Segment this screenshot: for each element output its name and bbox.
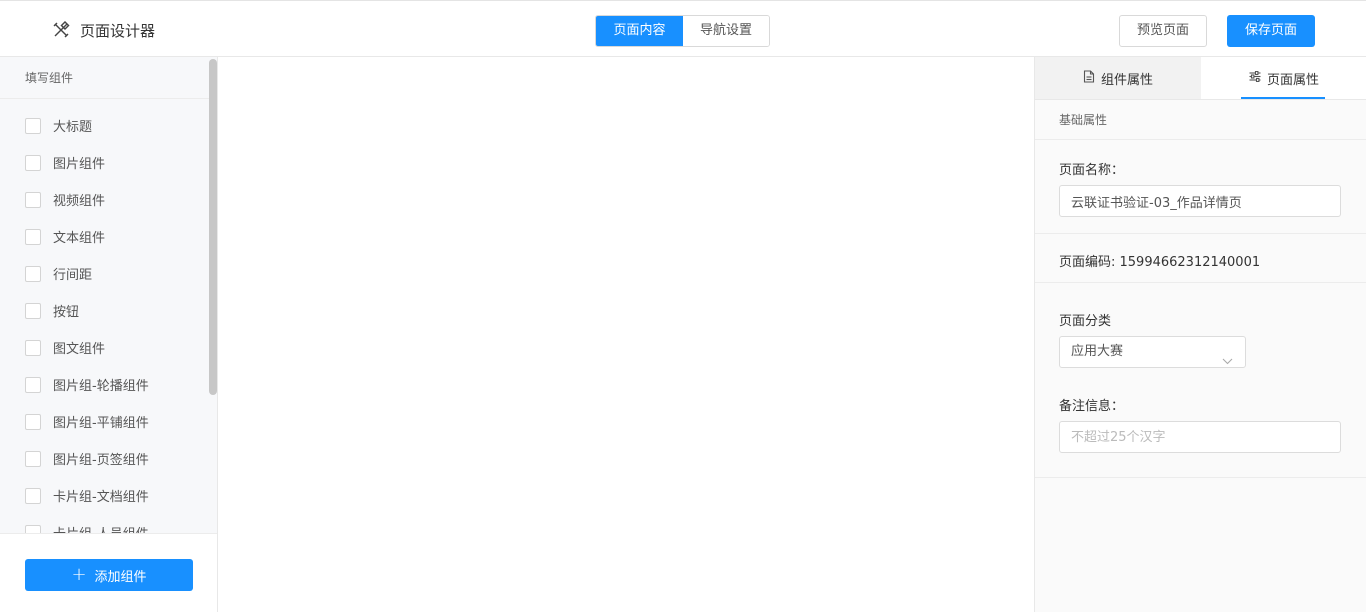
- tab-page-content[interactable]: 页面内容: [596, 16, 683, 46]
- component-item-image-text[interactable]: 图文组件: [0, 329, 209, 366]
- component-checkbox[interactable]: [25, 302, 41, 319]
- component-label: 大标题: [53, 120, 93, 135]
- component-item-text[interactable]: 文本组件: [0, 218, 209, 255]
- component-label: 视频组件: [53, 194, 106, 209]
- component-item-image[interactable]: 图片组件: [0, 144, 209, 181]
- tab-page-properties[interactable]: 页面属性: [1201, 57, 1366, 99]
- scrollbar-thumb[interactable]: [209, 59, 217, 395]
- tab-label: 页面属性: [1266, 72, 1319, 88]
- component-item-tiled[interactable]: 图片组-平铺组件: [0, 403, 209, 440]
- property-panel: 组件属性 页面属性 基础属性 页面名称： 页面编码: 1599466231214…: [1034, 57, 1366, 612]
- component-checkbox[interactable]: [25, 487, 41, 504]
- designer-tools-icon: [52, 21, 70, 39]
- page-designer-app: 页面设计器 页面内容 导航设置 预览页面 保存页面 填写组件 大标题 图片组件 …: [0, 0, 1366, 612]
- component-label: 卡片组-人员组件: [53, 523, 149, 533]
- component-item-tabbed[interactable]: 图片组-页签组件: [0, 440, 209, 477]
- page-category-value: 应用大赛: [1071, 344, 1124, 359]
- design-canvas[interactable]: [218, 57, 1034, 612]
- component-checkbox[interactable]: [25, 413, 41, 430]
- component-checkbox[interactable]: [25, 339, 41, 356]
- active-tab-indicator: [1241, 97, 1325, 99]
- component-checkbox[interactable]: [25, 117, 41, 134]
- component-checkbox[interactable]: [25, 265, 41, 282]
- save-button[interactable]: 保存页面: [1227, 15, 1315, 47]
- component-label: 图片组-平铺组件: [53, 416, 149, 431]
- component-item-video[interactable]: 视频组件: [0, 181, 209, 218]
- component-panel: 填写组件 大标题 图片组件 视频组件 文本组件 行间距 按钮 图文组件 图片组-…: [0, 57, 218, 612]
- tab-navigation-settings[interactable]: 导航设置: [683, 16, 769, 46]
- component-label: 图片组-页签组件: [53, 453, 149, 468]
- chevron-down-icon: [1222, 347, 1233, 377]
- component-panel-footer: + 添加组件: [0, 533, 217, 612]
- page-code: 页面编码: 15994662312140001: [1059, 255, 1261, 270]
- remarks-input[interactable]: [1059, 421, 1341, 453]
- add-component-button[interactable]: + 添加组件: [25, 559, 193, 591]
- component-checkbox[interactable]: [25, 376, 41, 393]
- page-category-select[interactable]: 应用大赛: [1059, 336, 1246, 368]
- divider: [1035, 477, 1366, 478]
- page-name-input[interactable]: [1059, 185, 1341, 217]
- tab-component-properties[interactable]: 组件属性: [1035, 57, 1201, 99]
- property-tabs: 组件属性 页面属性: [1035, 57, 1366, 100]
- component-label: 图文组件: [53, 342, 106, 357]
- component-label: 图片组件: [53, 157, 106, 172]
- component-panel-heading: 填写组件: [0, 57, 217, 99]
- component-checkbox[interactable]: [25, 450, 41, 467]
- divider: [1035, 233, 1366, 234]
- page-name-label: 页面名称：: [1059, 163, 1125, 178]
- component-item-person-card[interactable]: 卡片组-人员组件: [0, 514, 209, 533]
- component-label: 文本组件: [53, 231, 106, 246]
- component-item-title[interactable]: 大标题: [0, 107, 209, 144]
- sliders-icon: [1249, 70, 1267, 86]
- plus-icon: +: [71, 564, 87, 585]
- page-category-label: 页面分类: [1059, 314, 1112, 329]
- component-label: 图片组-轮播组件: [53, 379, 149, 394]
- divider: [1035, 282, 1366, 283]
- mode-switch: 页面内容 导航设置: [595, 15, 770, 47]
- remarks-label: 备注信息：: [1059, 399, 1125, 414]
- top-header: 页面设计器 页面内容 导航设置 预览页面 保存页面: [0, 1, 1366, 57]
- component-checkbox[interactable]: [25, 524, 41, 533]
- component-item-button[interactable]: 按钮: [0, 292, 209, 329]
- component-item-line-spacing[interactable]: 行间距: [0, 255, 209, 292]
- component-label: 行间距: [53, 268, 93, 283]
- component-checkbox[interactable]: [25, 191, 41, 208]
- app-title: 页面设计器: [80, 21, 156, 40]
- component-checkbox[interactable]: [25, 228, 41, 245]
- brand: 页面设计器: [52, 19, 155, 41]
- section-basic-properties: 基础属性: [1035, 100, 1366, 140]
- add-component-label: 添加组件: [94, 569, 147, 585]
- component-list: 大标题 图片组件 视频组件 文本组件 行间距 按钮 图文组件 图片组-轮播组件 …: [0, 99, 209, 533]
- component-label: 按钮: [53, 305, 80, 320]
- component-checkbox[interactable]: [25, 154, 41, 171]
- component-label: 卡片组-文档组件: [53, 490, 149, 505]
- preview-button[interactable]: 预览页面: [1119, 15, 1207, 47]
- component-item-doc-card[interactable]: 卡片组-文档组件: [0, 477, 209, 514]
- tab-label: 组件属性: [1100, 72, 1153, 88]
- document-icon: [1083, 69, 1101, 87]
- component-item-carousel[interactable]: 图片组-轮播组件: [0, 366, 209, 403]
